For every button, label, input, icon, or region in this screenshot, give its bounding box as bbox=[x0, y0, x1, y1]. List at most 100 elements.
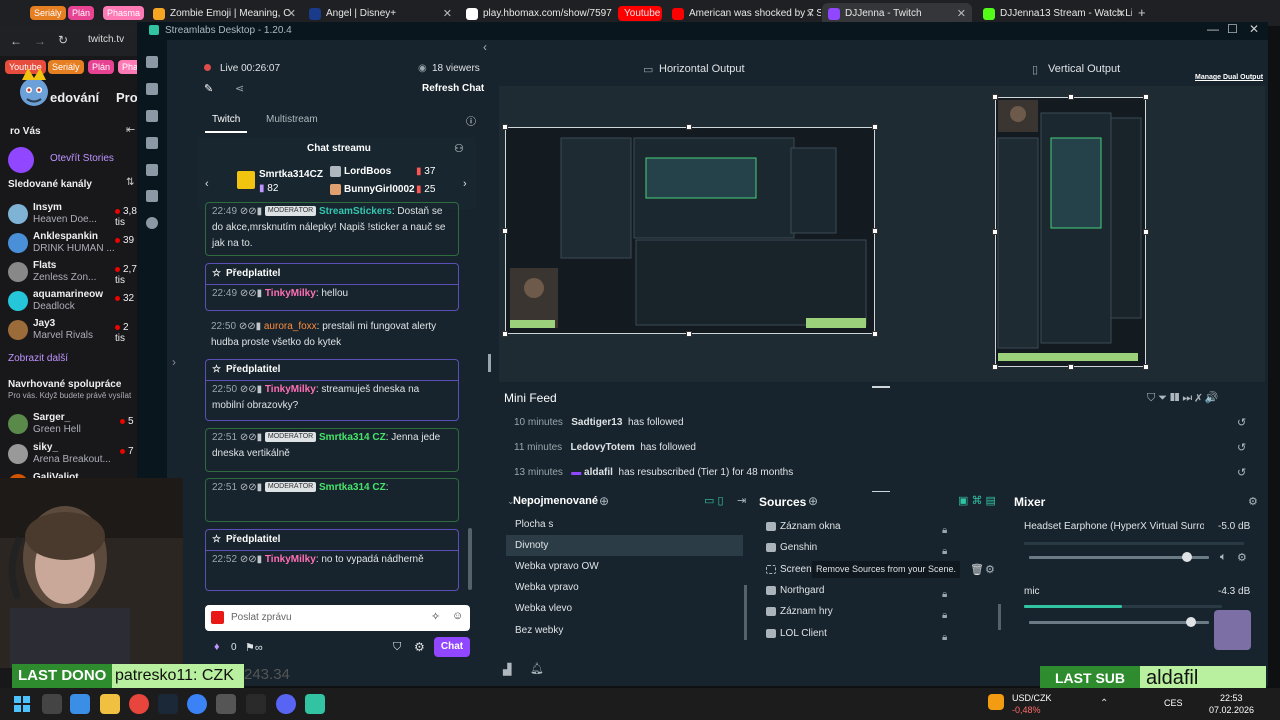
transition-icon[interactable]: ⇥ bbox=[737, 494, 746, 507]
resize-handle[interactable] bbox=[992, 229, 998, 235]
shield-icon[interactable]: ⛉ bbox=[393, 641, 401, 654]
source-item[interactable]: LOL Client 🔒︎ bbox=[758, 623, 1003, 644]
pill-serialy[interactable]: Seriály bbox=[30, 6, 66, 20]
tab-zombie-emoji[interactable]: Zombie Emoji | Meaning, C ✕ bbox=[147, 3, 302, 24]
stories-avatar[interactable] bbox=[8, 147, 34, 173]
resize-handle[interactable] bbox=[1068, 364, 1074, 370]
pill-phasma[interactable]: Phasma bbox=[103, 6, 145, 20]
remove-source-icon[interactable]: 🗑︎ bbox=[970, 563, 984, 576]
prev-icon[interactable]: ‹ bbox=[205, 178, 209, 190]
source-item[interactable]: Záznam okna 🔒︎ bbox=[758, 516, 1003, 537]
scene-item[interactable]: Webka vpravo bbox=[506, 577, 743, 598]
display-toggle-icon[interactable]: ▭ ▯ bbox=[704, 494, 724, 507]
scene-item[interactable]: Bez webky bbox=[506, 620, 743, 641]
scene-item[interactable]: Plocha s bbox=[506, 514, 743, 535]
source-item[interactable]: Genshin 🔒︎ bbox=[758, 537, 1003, 558]
followed-channel[interactable]: Anklespankin DRINK HUMAN ... 39 bbox=[0, 229, 137, 257]
bookmark-plan[interactable]: Plán bbox=[88, 60, 115, 74]
language-indicator[interactable]: CES bbox=[1164, 698, 1183, 708]
mixer-settings-icon[interactable]: ⚙ bbox=[1248, 495, 1258, 508]
studio-mode-icon[interactable] bbox=[146, 110, 158, 122]
resize-handle[interactable] bbox=[872, 331, 878, 337]
nav-following[interactable]: edování bbox=[50, 90, 99, 105]
highlighter-icon[interactable] bbox=[146, 190, 158, 202]
address-bar[interactable]: twitch.tv bbox=[88, 34, 124, 45]
close-icon[interactable]: ✕ bbox=[806, 7, 815, 20]
volume-slider-handle[interactable] bbox=[1186, 617, 1196, 627]
back-icon[interactable]: ← bbox=[10, 34, 22, 48]
speaker-icon[interactable]: 🔈︎ bbox=[1220, 551, 1227, 564]
scenes-scrollbar[interactable] bbox=[744, 585, 747, 640]
emote-icon[interactable]: ✧ bbox=[431, 610, 440, 623]
collapse-editor-icon[interactable]: ‹ bbox=[483, 40, 487, 54]
resize-handle[interactable] bbox=[1143, 229, 1149, 235]
resize-handle[interactable] bbox=[1068, 94, 1074, 100]
resize-handle[interactable] bbox=[1143, 364, 1149, 370]
next-icon[interactable]: › bbox=[463, 178, 467, 190]
maximize-icon[interactable]: ☐ bbox=[1227, 22, 1238, 36]
edit-stream-icon[interactable]: ✎ bbox=[204, 82, 213, 95]
resize-handle[interactable] bbox=[686, 124, 692, 130]
editor-icon[interactable] bbox=[146, 56, 158, 68]
tab-group-youtube[interactable]: Youtube bbox=[618, 6, 662, 21]
chat-scrollbar[interactable] bbox=[468, 528, 472, 590]
search-icon[interactable] bbox=[42, 694, 62, 714]
expand-chat-icon[interactable]: › bbox=[172, 355, 176, 369]
close-icon[interactable]: ✕ bbox=[1117, 7, 1126, 20]
chrome-icon[interactable] bbox=[129, 694, 149, 714]
file-explorer-icon[interactable] bbox=[100, 694, 120, 714]
refresh-chat-button[interactable]: Refresh Chat bbox=[422, 83, 484, 94]
feed-controls-icon[interactable]: ⛉ ⏷ ❚❚ ⏭ ✗ 🔊 bbox=[1147, 391, 1218, 405]
source-item[interactable]: Northgard 🔒︎ bbox=[758, 580, 1003, 601]
tab-hbomax[interactable]: play.hbomax.com/show/7597 bbox=[460, 3, 615, 24]
nav-browse[interactable]: Pro bbox=[116, 90, 138, 105]
chat-input[interactable]: Poslat zprávu ✧ ☺ bbox=[205, 605, 470, 631]
record-icon[interactable] bbox=[146, 217, 158, 229]
battlenet-icon[interactable] bbox=[187, 694, 207, 714]
new-tab-button[interactable]: + bbox=[1138, 5, 1146, 20]
stories-link[interactable]: Otevřít Stories bbox=[50, 153, 114, 164]
collapse-icon[interactable]: ⇤ bbox=[126, 123, 135, 136]
followed-channel[interactable]: Insym Heaven Doe... 3,8 tis bbox=[0, 200, 137, 228]
stats-icon[interactable]: ▟ bbox=[503, 663, 511, 676]
reload-icon[interactable]: ↻ bbox=[58, 33, 68, 47]
volume-slider-track[interactable] bbox=[1029, 621, 1209, 624]
resize-handle[interactable] bbox=[686, 331, 692, 337]
tab-american-shocked[interactable]: American was shocked by 7 Sl ✕ bbox=[666, 3, 821, 24]
recommended-channel[interactable]: siky_ Arena Breakout... 7 bbox=[0, 440, 137, 468]
resize-handle[interactable] bbox=[872, 124, 878, 130]
followed-channel[interactable]: Jay3 Marvel Rivals 2 tis bbox=[0, 316, 137, 344]
resize-handle[interactable] bbox=[992, 94, 998, 100]
tray-icons[interactable]: ⌃ bbox=[1100, 698, 1108, 709]
editor-canvas[interactable] bbox=[499, 86, 1265, 382]
minimize-icon[interactable]: — bbox=[1207, 22, 1219, 36]
replay-icon[interactable]: ↺ bbox=[1237, 416, 1246, 429]
source-settings-icon[interactable]: ⚙ bbox=[985, 563, 995, 576]
tab-djjenna-stream[interactable]: DJJenna13 Stream - Watch Liv ✕ bbox=[977, 3, 1132, 24]
scene-item-selected[interactable]: Divnoty bbox=[506, 535, 743, 556]
audio-settings-icon[interactable]: ⚙ bbox=[1237, 551, 1247, 564]
close-icon[interactable]: ✕ bbox=[957, 7, 966, 20]
resize-handle[interactable] bbox=[992, 364, 998, 370]
close-icon[interactable]: ✕ bbox=[443, 7, 452, 20]
forward-icon[interactable]: → bbox=[34, 34, 46, 48]
replay-icon[interactable]: ↺ bbox=[1237, 441, 1246, 454]
share-icon[interactable]: ⋖ bbox=[235, 82, 244, 95]
resize-handle[interactable] bbox=[502, 228, 508, 234]
emoji-icon[interactable]: ☺ bbox=[452, 610, 463, 622]
layout-icon[interactable] bbox=[146, 83, 158, 95]
users-icon[interactable]: ⚇ bbox=[454, 142, 464, 155]
notifications-icon[interactable]: 🔔︎ bbox=[530, 662, 544, 675]
epic-games-icon[interactable] bbox=[246, 694, 266, 714]
scene-item[interactable]: Webka vpravo OW bbox=[506, 556, 743, 577]
chat-send-button[interactable]: Chat bbox=[434, 637, 470, 657]
info-icon[interactable]: ⓘ bbox=[466, 113, 476, 128]
themes-icon[interactable] bbox=[146, 137, 158, 149]
settings-icon[interactable]: ⚙ bbox=[414, 640, 425, 654]
start-icon[interactable] bbox=[12, 694, 32, 714]
add-scene-icon[interactable]: ⊕ bbox=[599, 494, 609, 508]
tab-multistream[interactable]: Multistream bbox=[266, 114, 318, 125]
close-icon[interactable]: ✕ bbox=[287, 7, 296, 20]
channel-points-icon[interactable]: ⚑∞ bbox=[245, 641, 263, 654]
sources-scrollbar[interactable] bbox=[998, 604, 1001, 630]
